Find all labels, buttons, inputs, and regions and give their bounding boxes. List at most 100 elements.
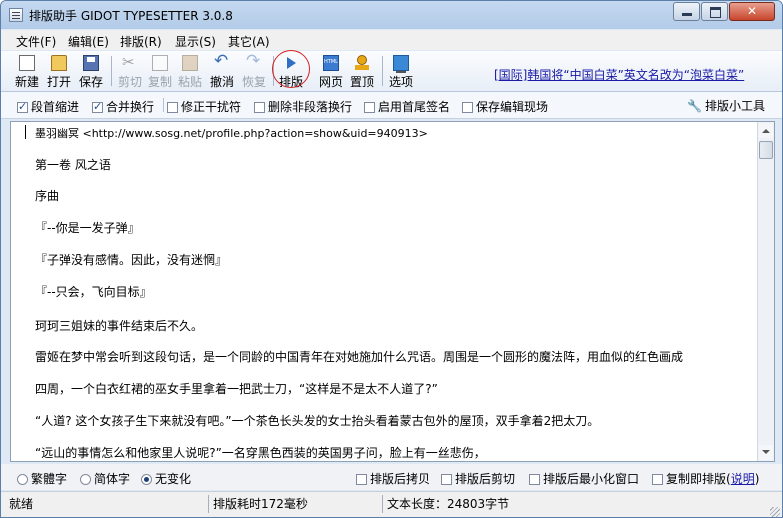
para-indent-option[interactable]: 段首缩进 [17, 98, 79, 115]
traditional-radio[interactable] [17, 474, 28, 485]
remove-non-para-checkbox[interactable] [254, 102, 265, 113]
clipboard-icon [182, 55, 198, 71]
resize-grip-icon[interactable] [770, 507, 780, 517]
editor-line: 序曲 [35, 189, 60, 203]
editor-line: 墨羽幽冥 <http://www.sosg.net/profile.php?ac… [35, 127, 428, 140]
help-paren-close: ) [754, 472, 760, 486]
editor-line: “人道? 这个女孩子生下来就没有吧。”一个茶色长头发的女士抬头看着蒙古包外的屋顶… [35, 414, 600, 428]
typeset-tools-button[interactable]: 🔧 排版小工具 [687, 97, 765, 114]
menu-bar: 文件(F) 编辑(E) 排版(R) 显示(S) 其它(A) [1, 30, 782, 50]
scroll-down-arrow-icon[interactable] [759, 445, 773, 460]
minimize-button[interactable] [673, 2, 700, 21]
paste-button[interactable]: 粘贴 [176, 53, 204, 89]
webpage-label: 网页 [318, 75, 343, 89]
copy-instant-option[interactable]: 复制即排版(说明) [652, 470, 759, 487]
highlight-circle [272, 50, 310, 88]
options-button[interactable]: 选项 [386, 53, 416, 89]
editor-line: 珂珂三姐妹的事件结束后不久。 [35, 319, 204, 333]
simplified-radio[interactable] [80, 474, 91, 485]
text-editor[interactable]: 墨羽幽冥 <http://www.sosg.net/profile.php?ac… [10, 121, 775, 462]
scroll-up-arrow-icon[interactable] [759, 123, 773, 138]
new-label: 新建 [14, 75, 39, 89]
open-label: 打开 [46, 75, 71, 89]
new-button[interactable]: 新建 [12, 53, 42, 89]
webpage-button[interactable]: 网页 [316, 53, 346, 89]
copy-button[interactable]: 复制 [146, 53, 174, 89]
pin-top-label: 置顶 [349, 75, 374, 89]
status-bar: 就绪 排版耗时172毫秒 文本长度：24803字节 [1, 491, 782, 517]
remove-non-para-option[interactable]: 删除非段落换行 [254, 98, 352, 115]
no-change-option[interactable]: 无变化 [141, 470, 191, 487]
options-separator [163, 98, 164, 112]
copy-instant-checkbox[interactable] [652, 474, 663, 485]
folder-open-icon [51, 55, 67, 71]
open-button[interactable]: 打开 [44, 53, 74, 89]
menu-typeset[interactable]: 排版(R) [120, 33, 162, 50]
menu-other[interactable]: 其它(A) [228, 33, 270, 50]
copy-after-checkbox[interactable] [356, 474, 367, 485]
status-divider [208, 495, 209, 513]
fix-interference-checkbox[interactable] [167, 102, 178, 113]
minimize-after-checkbox[interactable] [529, 474, 540, 485]
copy-after-option[interactable]: 排版后拷贝 [356, 470, 430, 487]
pin-top-button[interactable]: 置顶 [347, 53, 377, 89]
head-tail-sign-label: 启用首尾签名 [378, 100, 451, 114]
toolbar-separator [111, 56, 112, 86]
options-label: 选项 [388, 75, 413, 89]
conversion-bar: 繁體字 简体字 无变化 排版后拷贝 排版后剪切 排版后最小化窗口 复制即排版(说… [1, 464, 782, 490]
merge-lines-checkbox[interactable] [92, 100, 103, 113]
close-button[interactable] [729, 2, 775, 21]
status-length: 文本长度：24803字节 [387, 497, 510, 511]
simplified-option[interactable]: 简体字 [80, 470, 130, 487]
menu-file[interactable]: 文件(F) [16, 33, 56, 50]
toolbar-separator [382, 56, 383, 86]
scrollbar-thumb[interactable] [759, 141, 773, 159]
title-bar[interactable]: 排版助手 GIDOT TYPESETTER 3.0.8 [1, 1, 782, 29]
editor-line: 『子弹没有感情。因此，没有迷惘』 [35, 253, 228, 267]
cut-after-checkbox[interactable] [441, 474, 452, 485]
floppy-disk-icon [83, 55, 99, 71]
traditional-option[interactable]: 繁體字 [17, 470, 67, 487]
maximize-button[interactable] [701, 2, 728, 21]
para-indent-label: 段首缩进 [31, 100, 80, 114]
editor-line: 『--你是一发子弹』 [35, 221, 140, 235]
para-indent-checkbox[interactable] [17, 100, 28, 113]
help-link[interactable]: 说明 [731, 472, 755, 486]
cut-after-option[interactable]: 排版后剪切 [441, 470, 515, 487]
no-change-radio[interactable] [141, 474, 152, 485]
new-file-icon [19, 55, 35, 71]
fix-interference-label: 修正干扰符 [181, 100, 242, 114]
monitor-icon [393, 55, 409, 73]
minimize-after-label: 排版后最小化窗口 [543, 472, 640, 486]
status-elapsed: 排版耗时172毫秒 [213, 497, 308, 511]
menu-view[interactable]: 显示(S) [175, 33, 216, 50]
fix-interference-option[interactable]: 修正干扰符 [167, 98, 241, 115]
redo-button[interactable]: 恢复 [239, 51, 269, 89]
vertical-scrollbar[interactable] [757, 122, 774, 461]
options-bar: 段首缩进 合并换行 修正干扰符 删除非段落换行 启用首尾签名 保存编辑现场 🔧排… [1, 92, 782, 119]
save-button[interactable]: 保存 [76, 53, 106, 89]
minimize-after-option[interactable]: 排版后最小化窗口 [529, 470, 639, 487]
save-scene-option[interactable]: 保存编辑现场 [462, 98, 548, 115]
editor-line: 『--只会，飞向目标』 [35, 285, 152, 299]
remove-non-para-label: 删除非段落换行 [268, 100, 353, 114]
undo-button[interactable]: 撤消 [207, 51, 237, 89]
head-tail-sign-option[interactable]: 启用首尾签名 [364, 98, 450, 115]
head-tail-sign-checkbox[interactable] [364, 102, 375, 113]
news-link[interactable]: [国际]韩国将“中国白菜”英文名改为“泡菜白菜” [494, 66, 744, 83]
menu-edit[interactable]: 编辑(E) [68, 33, 109, 50]
traditional-label: 繁體字 [31, 472, 68, 486]
app-icon[interactable] [9, 8, 23, 22]
cut-after-label: 排版后剪切 [455, 472, 516, 486]
editor-line: 第一卷 风之语 [35, 158, 111, 172]
merge-lines-option[interactable]: 合并换行 [92, 98, 154, 115]
cut-button[interactable]: 剪切 [115, 53, 145, 89]
save-scene-checkbox[interactable] [462, 102, 473, 113]
paste-label: 粘贴 [177, 75, 202, 89]
merge-lines-label: 合并换行 [106, 100, 155, 114]
redo-icon [246, 51, 262, 71]
editor-content[interactable]: 墨羽幽冥 <http://www.sosg.net/profile.php?ac… [11, 122, 759, 461]
app-window: 排版助手 GIDOT TYPESETTER 3.0.8 文件(F) 编辑(E) … [0, 0, 783, 518]
status-state: 就绪 [9, 497, 34, 511]
copy-icon [152, 55, 168, 71]
